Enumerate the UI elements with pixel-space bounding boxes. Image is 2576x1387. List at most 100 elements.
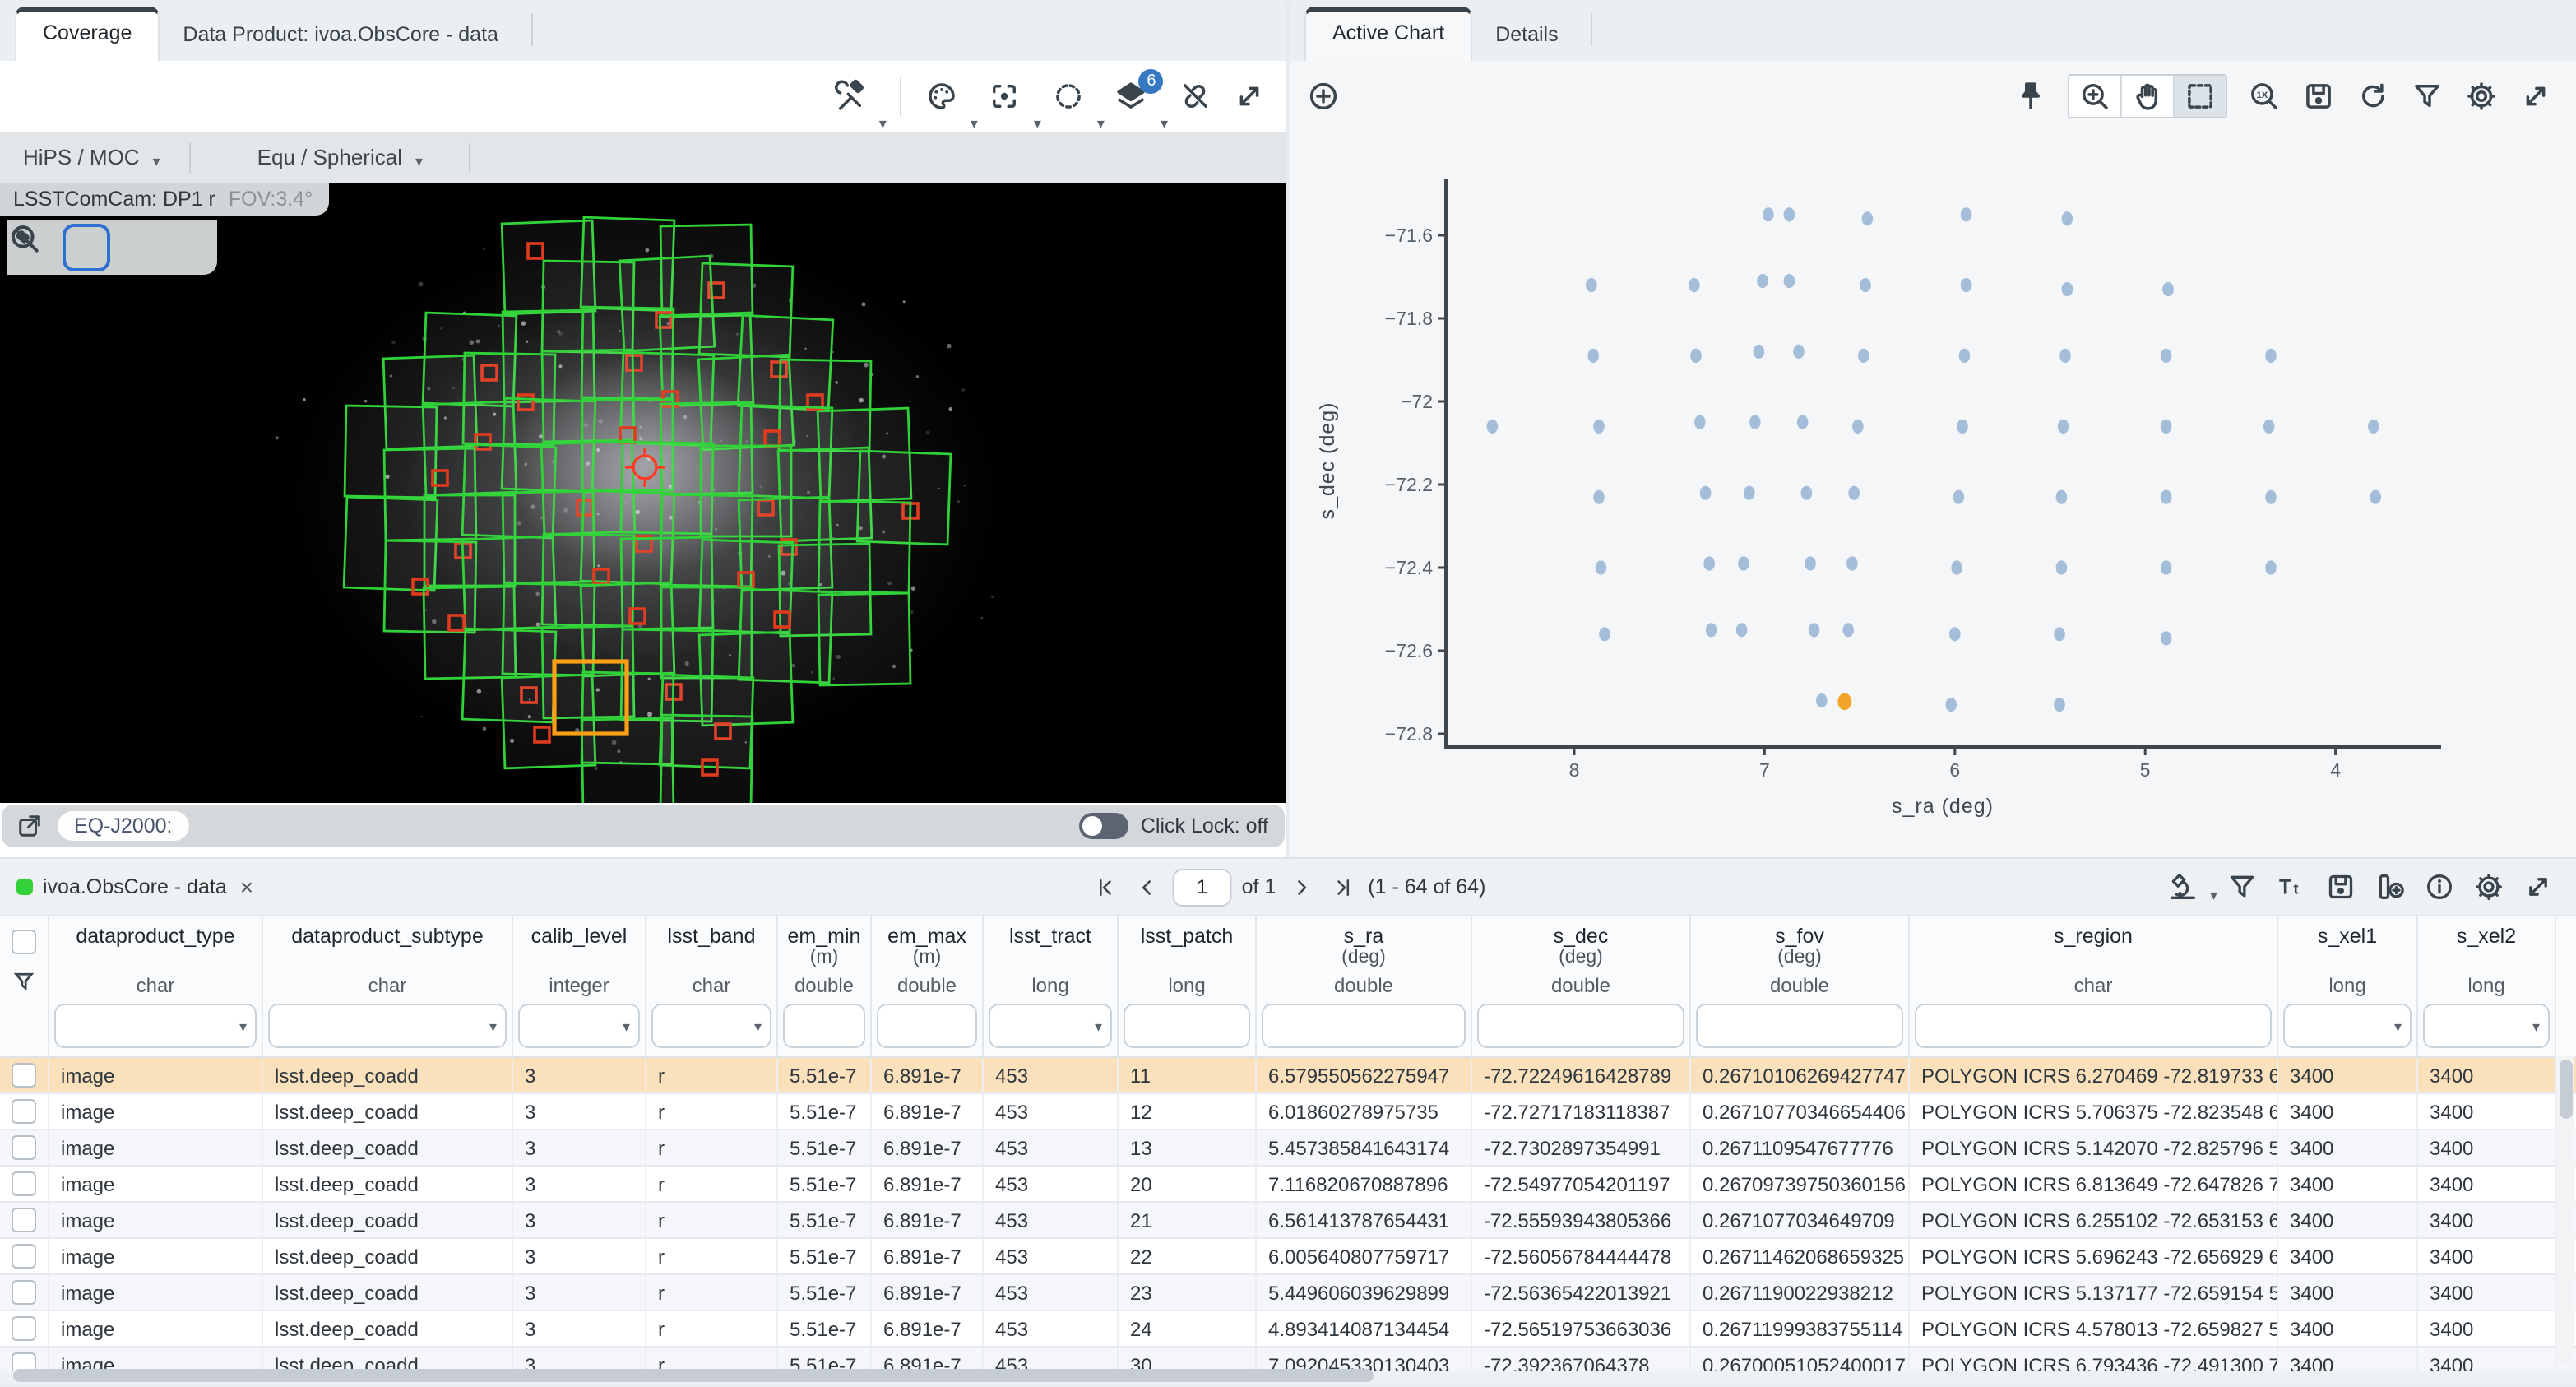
chart-point[interactable] [1694, 415, 1706, 429]
chart-point[interactable] [1816, 694, 1828, 707]
chart-point[interactable] [2059, 349, 2071, 363]
table-row[interactable]: imagelsst.deep_coadd3r5.51e-76.891e-7453… [0, 1311, 2576, 1348]
table-row[interactable]: imagelsst.deep_coadd3r5.51e-76.891e-7453… [0, 1058, 2576, 1094]
column-header-s_xel2[interactable]: s_xel2long▾ [2418, 916, 2556, 1056]
tools-icon[interactable] [833, 79, 868, 114]
next-page-icon[interactable] [1289, 874, 1313, 899]
sky-view[interactable]: LSSTComCam: DP1 rFOV:3.4° [0, 183, 1286, 803]
chart-point[interactable] [1860, 278, 1871, 292]
chart-point[interactable] [1487, 420, 1499, 434]
table-tab[interactable]: ivoa.ObsCore - data × [0, 874, 253, 900]
scatter-chart[interactable]: −71.6−71.8−72−72.2−72.4−72.6−72.887654s_… [1290, 132, 2576, 857]
chart-point[interactable] [1846, 556, 1858, 570]
add-chart-icon[interactable] [1306, 79, 1341, 114]
row-checkbox[interactable] [12, 1208, 36, 1232]
prev-page-icon[interactable] [1135, 874, 1160, 899]
selected-chart-point[interactable] [1837, 693, 1851, 710]
chart-point[interactable] [2370, 490, 2381, 504]
projection-dropdown[interactable]: Equ / Spherical ▾ [234, 145, 439, 169]
row-checkbox[interactable] [12, 1352, 36, 1371]
chart-point[interactable] [1797, 415, 1809, 429]
chart-point[interactable] [2054, 698, 2065, 712]
chart-point[interactable] [1690, 349, 1702, 363]
chart-point[interactable] [1793, 345, 1805, 359]
column-filter-input[interactable] [783, 1004, 865, 1048]
column-header-dataproduct_type[interactable]: dataproduct_typechar▾ [49, 916, 263, 1056]
column-header-em_min[interactable]: em_min(m)double [778, 916, 872, 1056]
add-column-icon[interactable] [2374, 870, 2407, 903]
chart-point[interactable] [1587, 349, 1599, 363]
column-filter-input[interactable] [1124, 1004, 1250, 1048]
row-checkbox[interactable] [12, 1063, 36, 1088]
table-vertical-scrollbar[interactable] [2556, 1056, 2574, 1366]
inspect-icon[interactable] [2167, 870, 2200, 903]
table-info-icon[interactable] [2423, 870, 2456, 903]
filter-chart-icon[interactable] [2410, 79, 2444, 114]
chart-point[interactable] [2058, 420, 2069, 434]
chart-point[interactable] [1862, 211, 1874, 225]
chart-point[interactable] [1593, 490, 1605, 504]
column-header-s_xel1[interactable]: s_xel1long▾ [2278, 916, 2418, 1056]
close-table-icon[interactable]: × [240, 874, 253, 900]
pin-chart-icon[interactable] [2013, 79, 2048, 114]
column-filter-select[interactable]: ▾ [54, 1004, 257, 1048]
column-filter-input[interactable] [1915, 1004, 2272, 1048]
chart-point[interactable] [2056, 560, 2068, 574]
chart-point[interactable] [1961, 207, 1972, 221]
expand-coverage-icon[interactable] [1232, 79, 1267, 114]
column-filter-input[interactable] [1477, 1004, 1684, 1048]
chart-point[interactable] [1784, 207, 1795, 221]
chart-point[interactable] [1754, 345, 1765, 359]
chart-point[interactable] [1749, 415, 1761, 429]
save-chart-icon[interactable] [2301, 79, 2336, 114]
chart-settings-icon[interactable] [2464, 79, 2499, 114]
chart-point[interactable] [2265, 560, 2277, 574]
column-header-calib_level[interactable]: calib_levelinteger▾ [513, 916, 646, 1056]
chart-point[interactable] [1961, 278, 1972, 292]
chart-point[interactable] [1763, 207, 1774, 221]
chart-point[interactable] [1744, 486, 1755, 500]
column-filter-select[interactable]: ▾ [518, 1004, 640, 1048]
table-settings-icon[interactable] [2472, 870, 2505, 903]
table-row[interactable]: imagelsst.deep_coadd3r5.51e-76.891e-7453… [0, 1203, 2576, 1239]
page-number-input[interactable]: 1 [1173, 868, 1232, 906]
column-header-lsst_tract[interactable]: lsst_tractlong▾ [984, 916, 1119, 1056]
column-header-lsst_band[interactable]: lsst_bandchar▾ [646, 916, 778, 1056]
column-header-dataproduct_subtype[interactable]: dataproduct_subtypechar▾ [263, 916, 513, 1056]
chart-point[interactable] [1736, 623, 1748, 637]
column-header-s_fov[interactable]: s_fov(deg)double [1691, 916, 1910, 1056]
chart-point[interactable] [1757, 274, 1768, 288]
column-filter-select[interactable]: ▾ [2423, 1004, 2550, 1048]
column-filter-input[interactable] [1696, 1004, 1903, 1048]
chart-point[interactable] [2265, 490, 2277, 504]
zoom-fill-sky-icon[interactable] [164, 224, 212, 271]
unlink-icon[interactable] [1178, 79, 1212, 114]
chart-point[interactable] [2054, 627, 2065, 641]
chart-point[interactable] [1801, 486, 1813, 500]
zoom-fit-sky-icon[interactable] [114, 224, 161, 271]
pan-mode-icon[interactable] [2120, 76, 2173, 117]
table-row[interactable]: imagelsst.deep_coadd3r5.51e-76.891e-7453… [0, 1167, 2576, 1203]
column-filter-select[interactable]: ▾ [989, 1004, 1112, 1048]
table-row[interactable]: imagelsst.deep_coadd3r5.51e-76.891e-7453… [0, 1130, 2576, 1167]
click-lock-toggle[interactable] [1080, 813, 1129, 839]
chart-point[interactable] [1805, 556, 1816, 570]
row-checkbox[interactable] [12, 1244, 36, 1269]
chart-point[interactable] [2161, 420, 2172, 434]
row-checkbox[interactable] [12, 1135, 36, 1160]
chart-point[interactable] [1809, 623, 1820, 637]
tab-details[interactable]: Details [1472, 10, 1581, 61]
chart-point[interactable] [1586, 278, 1597, 292]
chart-point[interactable] [2062, 211, 2073, 225]
chart-point[interactable] [2161, 631, 2172, 645]
chart-point[interactable] [1953, 490, 1965, 504]
expand-chart-icon[interactable] [2518, 79, 2553, 114]
table-row[interactable]: imagelsst.deep_coadd3r5.51e-76.891e-7453… [0, 1348, 2576, 1371]
chart-point[interactable] [1706, 623, 1717, 637]
column-filter-input[interactable] [1262, 1004, 1466, 1048]
table-row[interactable]: imagelsst.deep_coadd3r5.51e-76.891e-7453… [0, 1094, 2576, 1130]
table-row[interactable]: imagelsst.deep_coadd3r5.51e-76.891e-7453… [0, 1275, 2576, 1311]
column-filter-input[interactable] [877, 1004, 977, 1048]
column-filter-select[interactable]: ▾ [2283, 1004, 2412, 1048]
chart-point[interactable] [2162, 282, 2174, 296]
